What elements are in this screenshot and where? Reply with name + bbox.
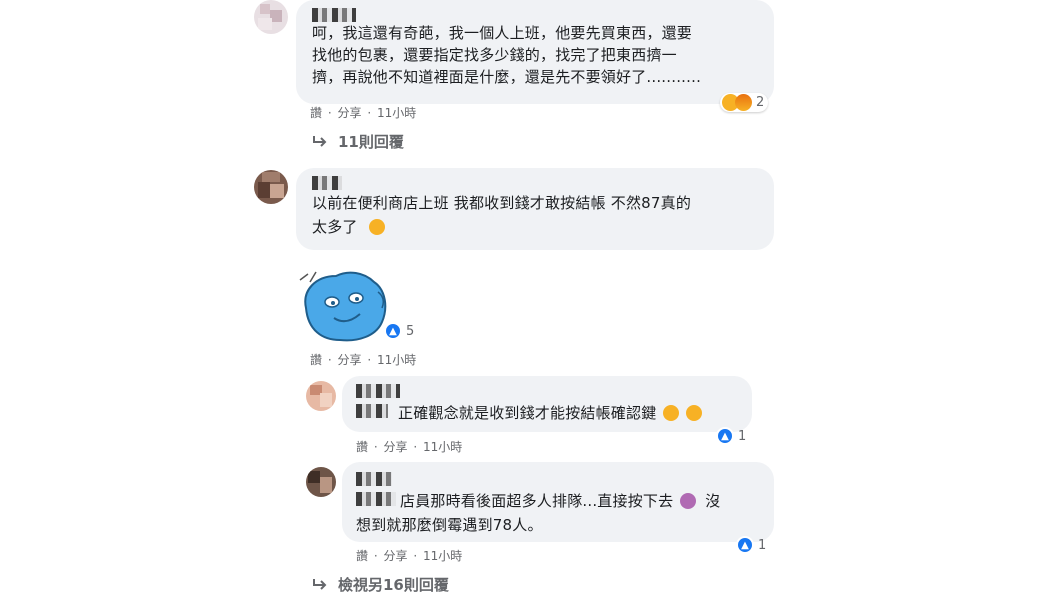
like-link[interactable]: 讚 [356, 549, 368, 563]
avatar[interactable] [254, 0, 288, 34]
reaction-count: 1 [738, 428, 747, 444]
comment-text-line: 擠，再說他不知道裡面是什麼，還是先不要領好了........... [312, 68, 702, 86]
comment-actions: 讚 · 分享 · 11小時 [310, 353, 417, 367]
reaction-count: 2 [756, 95, 765, 110]
reply-bubble: 正確觀念就是收到錢才能按結帳確認鍵 [342, 376, 752, 432]
share-link[interactable]: 分享 [338, 353, 362, 367]
reply-arrow-icon [313, 135, 327, 147]
comment-text-line: 以前在便利商店上班 我都收到錢才敢按結帳 不然87真的 [312, 194, 692, 212]
blue-creature-sticker[interactable] [296, 268, 392, 344]
share-link[interactable]: 分享 [384, 440, 408, 454]
reply-arrow-icon [313, 578, 327, 590]
like-reaction-icon: ▲ [716, 427, 734, 445]
commenter-name[interactable] [312, 176, 342, 190]
view-more-replies-link[interactable]: 檢視另16則回覆 [312, 574, 449, 595]
replies-count-label: 11則回覆 [338, 133, 404, 151]
reaction-summary[interactable]: 2 [720, 93, 769, 112]
commenter-name[interactable] [356, 472, 392, 486]
timestamp[interactable]: 11小時 [377, 353, 416, 367]
comment-actions: 讚 · 分享 · 11小時 [310, 106, 417, 120]
comment-text-line: 找他的包裹，還要指定找多少錢的，找完了把東西擠一 [312, 46, 677, 64]
comment-bubble: 呵，我這還有奇葩，我一個人上班，他要先買東西，還要 找他的包裹，還要指定找多少錢… [296, 0, 774, 104]
share-link[interactable]: 分享 [338, 106, 362, 120]
like-reaction-icon: ▲ [736, 536, 754, 554]
reply-bubble: 店員那時看後面超多人排隊...直接按下去 沒 想到就那麼倒霉遇到78人。 [342, 462, 774, 542]
commenter-name[interactable] [312, 8, 356, 22]
reply-text-line: 正確觀念就是收到錢才能按結帳確認鍵 [398, 402, 703, 424]
reaction-summary[interactable]: ▲ 5 [384, 322, 414, 340]
reaction-summary[interactable]: ▲ 1 [716, 427, 746, 445]
like-link[interactable]: 讚 [356, 440, 368, 454]
share-link[interactable]: 分享 [384, 549, 408, 563]
reaction-count: 1 [758, 537, 767, 553]
laugh-emoji-icon [686, 405, 703, 421]
reaction-summary[interactable]: ▲ 1 [736, 536, 766, 554]
like-link[interactable]: 讚 [310, 353, 322, 367]
commenter-name-tag[interactable] [356, 404, 388, 418]
reaction-count: 5 [406, 323, 415, 339]
timestamp[interactable]: 11小時 [423, 549, 462, 563]
comment-text-line: 太多了 [312, 216, 385, 238]
comment-bubble: 以前在便利商店上班 我都收到錢才敢按結帳 不然87真的 太多了 [296, 168, 774, 250]
laugh-emoji-icon [663, 405, 680, 421]
commenter-name[interactable] [356, 384, 400, 398]
smiling-devil-emoji-icon [680, 493, 697, 509]
avatar[interactable] [306, 467, 336, 497]
avatar[interactable] [306, 381, 336, 411]
timestamp[interactable]: 11小時 [377, 106, 416, 120]
timestamp[interactable]: 11小時 [423, 440, 462, 454]
reply-actions: 讚 · 分享 · 11小時 [356, 440, 463, 454]
laugh-emoji-icon [368, 219, 385, 235]
comment-text-line: 呵，我這還有奇葩，我一個人上班，他要先買東西，還要 [312, 24, 693, 42]
angry-emoji-icon [735, 94, 752, 111]
reply-text-line: 想到就那麼倒霉遇到78人。 [356, 516, 543, 534]
avatar[interactable] [254, 170, 288, 204]
commenter-name-tag[interactable] [356, 492, 396, 506]
view-replies-link[interactable]: 11則回覆 [312, 131, 404, 152]
like-reaction-icon: ▲ [384, 322, 402, 340]
more-replies-label: 檢視另16則回覆 [338, 576, 449, 594]
reply-actions: 讚 · 分享 · 11小時 [356, 549, 463, 563]
reply-text-line: 店員那時看後面超多人排隊...直接按下去 沒 [400, 492, 721, 510]
like-link[interactable]: 讚 [310, 106, 322, 120]
